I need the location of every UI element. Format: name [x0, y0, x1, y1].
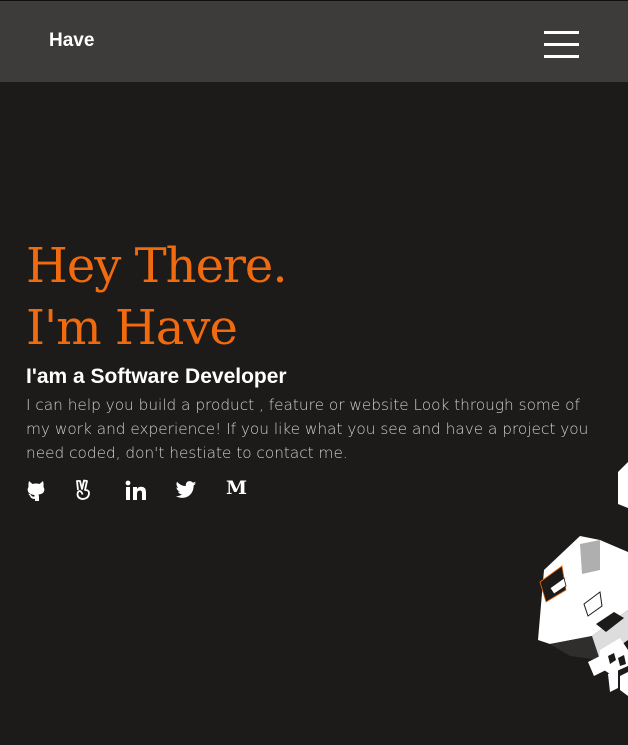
- hero-description: I can help you build a product , feature…: [26, 396, 589, 462]
- hero-subtitle: I'am a Software Developer: [26, 365, 287, 388]
- menu-bar-top: [544, 31, 579, 34]
- hero-heading: Hey There. I'm Have: [26, 235, 288, 359]
- hero-greeting: Hey There.: [26, 238, 288, 294]
- navbar: Have: [0, 0, 628, 82]
- hamburger-menu-icon[interactable]: [544, 31, 579, 58]
- angellist-icon[interactable]: [74, 479, 96, 501]
- isometric-blocks-illustration: [538, 462, 628, 696]
- github-icon[interactable]: [26, 479, 48, 501]
- menu-bar-bottom: [544, 55, 579, 58]
- twitter-icon[interactable]: [175, 479, 197, 501]
- brand-logo[interactable]: Have: [49, 30, 94, 52]
- hero-name: I'm Have: [26, 300, 238, 356]
- linkedin-icon[interactable]: [125, 479, 147, 501]
- medium-icon[interactable]: M: [226, 477, 248, 499]
- menu-bar-middle: [544, 43, 579, 46]
